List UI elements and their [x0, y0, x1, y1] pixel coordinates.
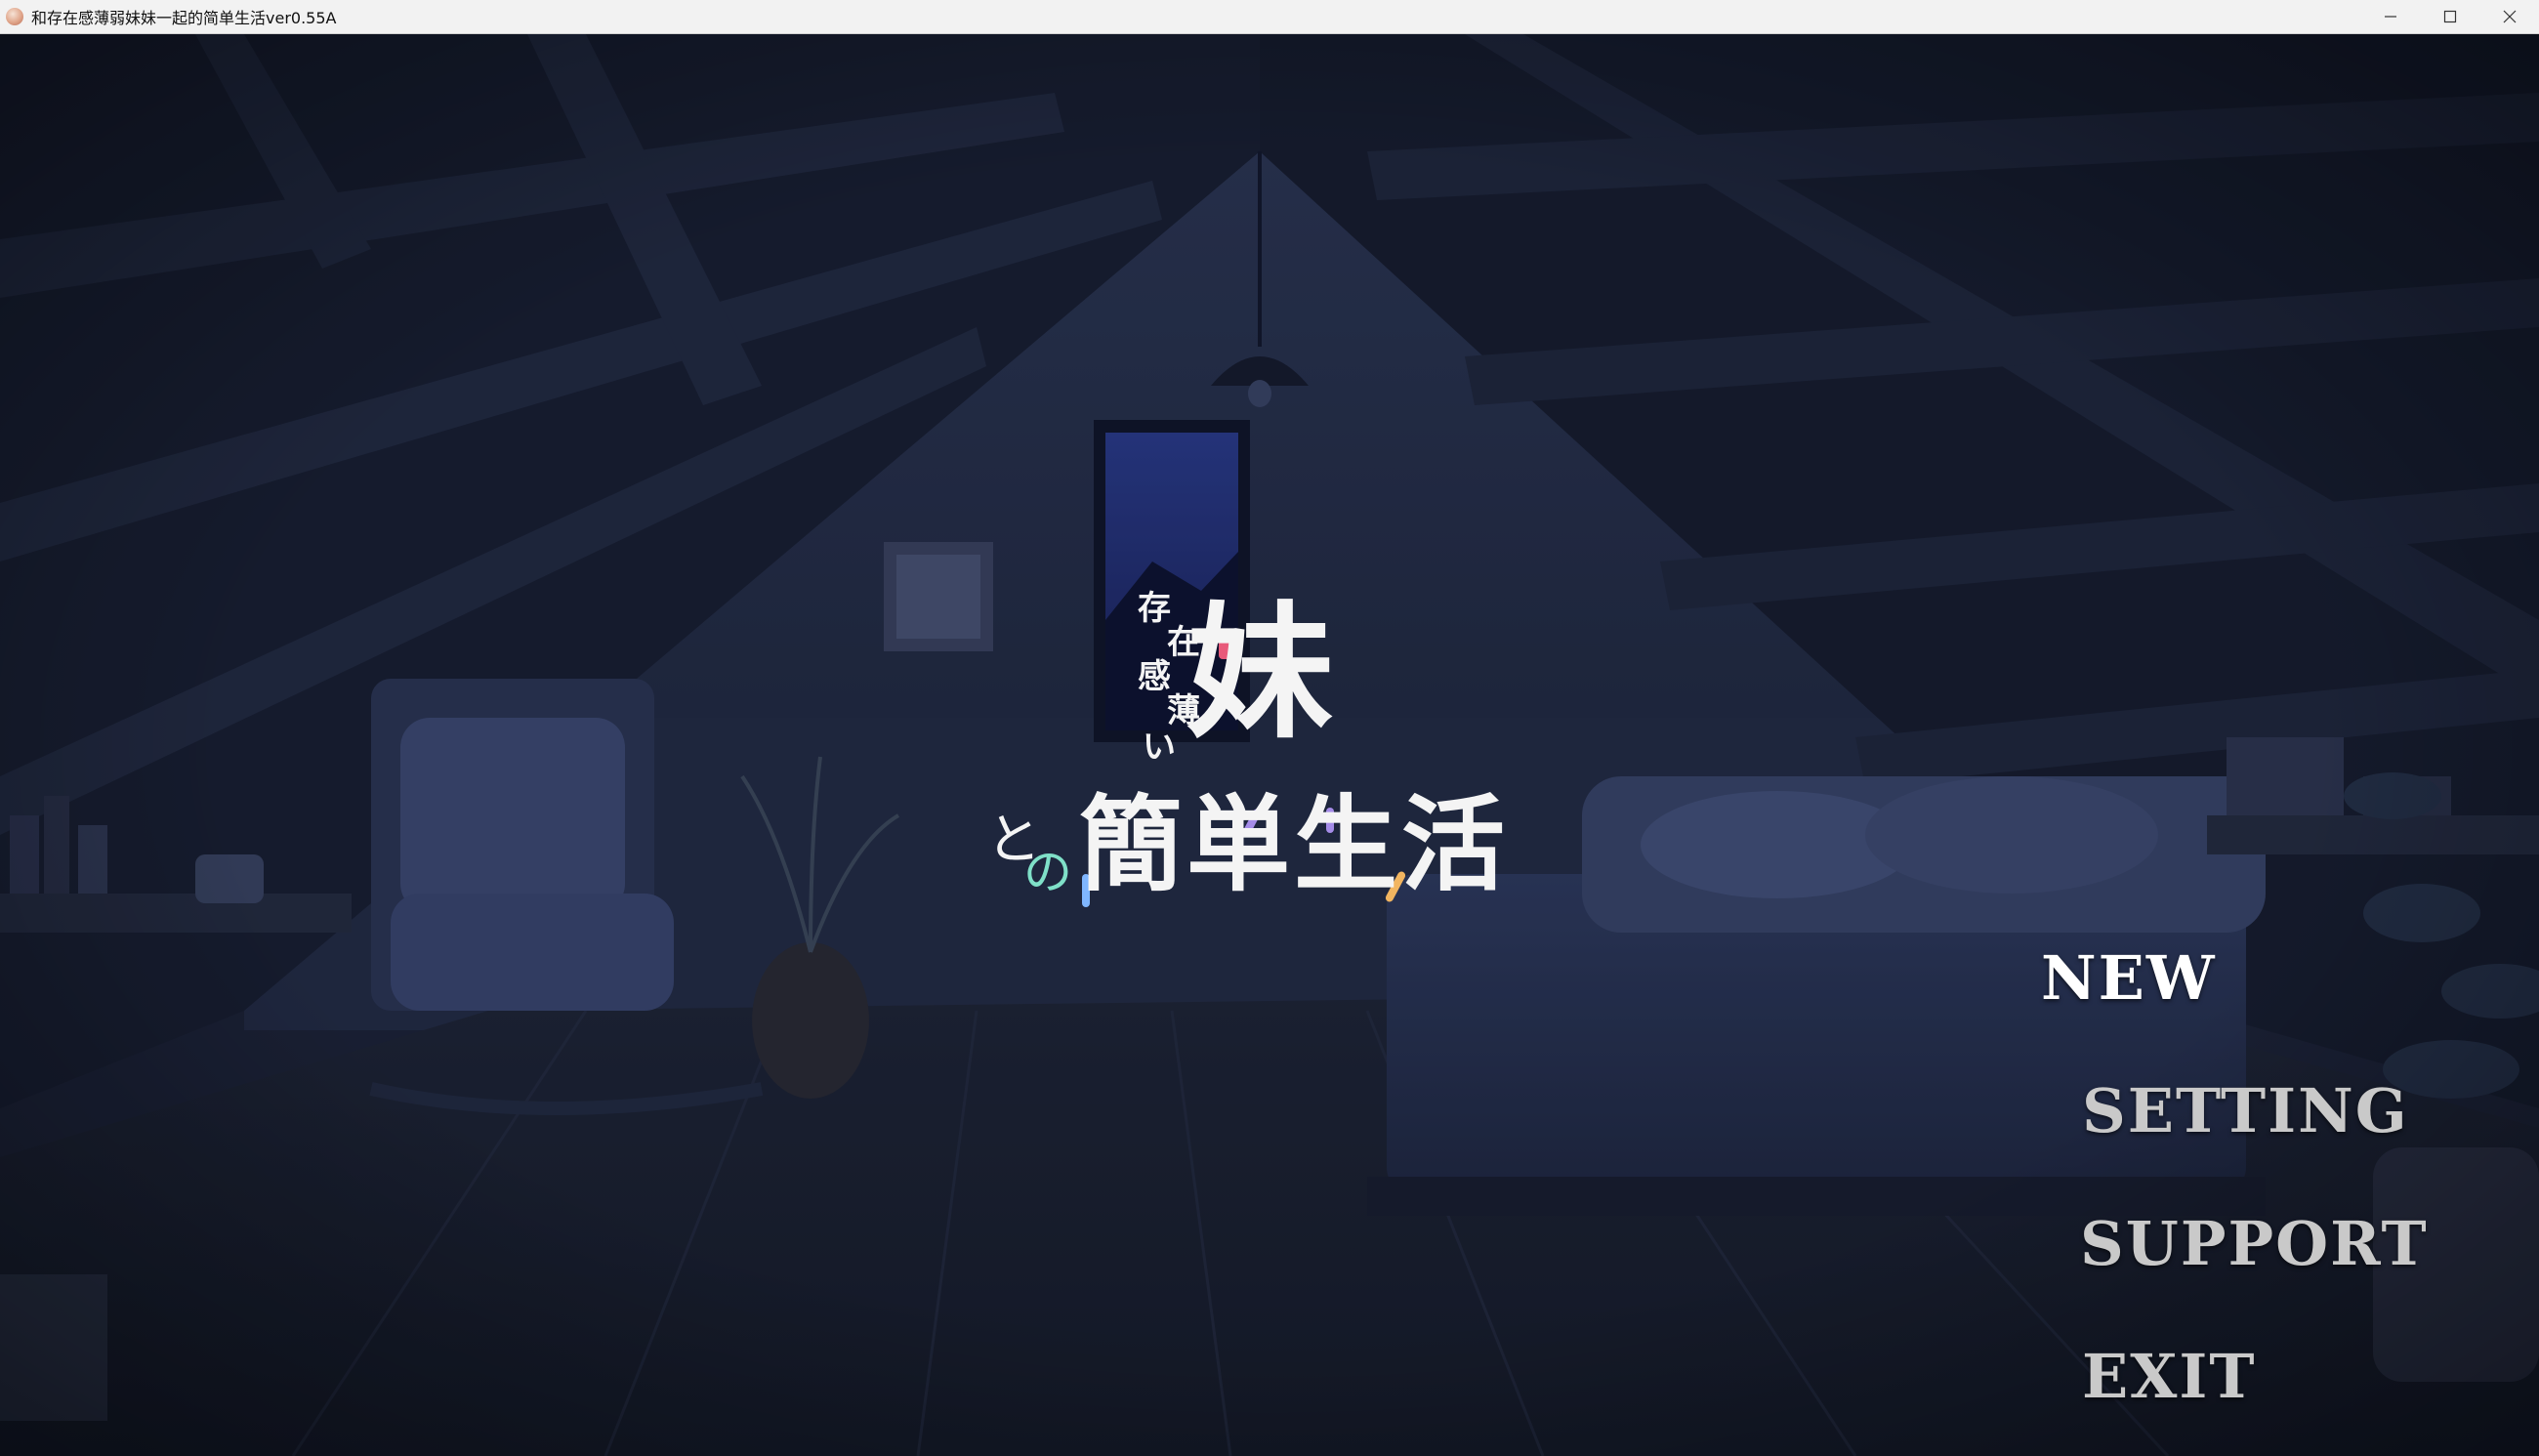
menu-support-button[interactable]: SUPPORT: [2080, 1208, 2429, 1279]
close-icon: [2503, 10, 2516, 23]
logo-char-5: い: [1143, 728, 1176, 767]
logo-main-title: 簡単生活: [1079, 785, 1509, 905]
menu-exit-button[interactable]: EXIT: [2082, 1341, 2257, 1412]
maximize-icon: [2443, 10, 2456, 23]
game-app-icon: [6, 8, 23, 25]
logo-char-3: 感: [1138, 657, 1171, 696]
menu-setting-button[interactable]: SETTING: [2082, 1075, 2409, 1146]
title-screen: 存 在 感 薄 い 妹 と の 簡単生活 NEW SETTING SUPPORT…: [0, 34, 2539, 1456]
game-title-logo: 存 在 感 薄 い 妹 と の 簡単生活: [977, 581, 1523, 913]
window-titlebar[interactable]: 和存在感薄弱妹妹一起的简单生活ver0.55A: [0, 0, 2539, 34]
window-title: 和存在感薄弱妹妹一起的简单生活ver0.55A: [31, 9, 337, 27]
window-controls: [2360, 0, 2539, 33]
maximize-button[interactable]: [2420, 0, 2479, 33]
logo-big-char: 妹: [1186, 589, 1334, 759]
logo-char-1: 存: [1138, 589, 1171, 628]
minimize-icon: [2384, 16, 2396, 18]
minimize-button[interactable]: [2360, 0, 2420, 33]
menu-new-button[interactable]: NEW: [2041, 942, 2217, 1014]
close-button[interactable]: [2479, 0, 2539, 33]
logo-no: の: [1023, 844, 1072, 900]
